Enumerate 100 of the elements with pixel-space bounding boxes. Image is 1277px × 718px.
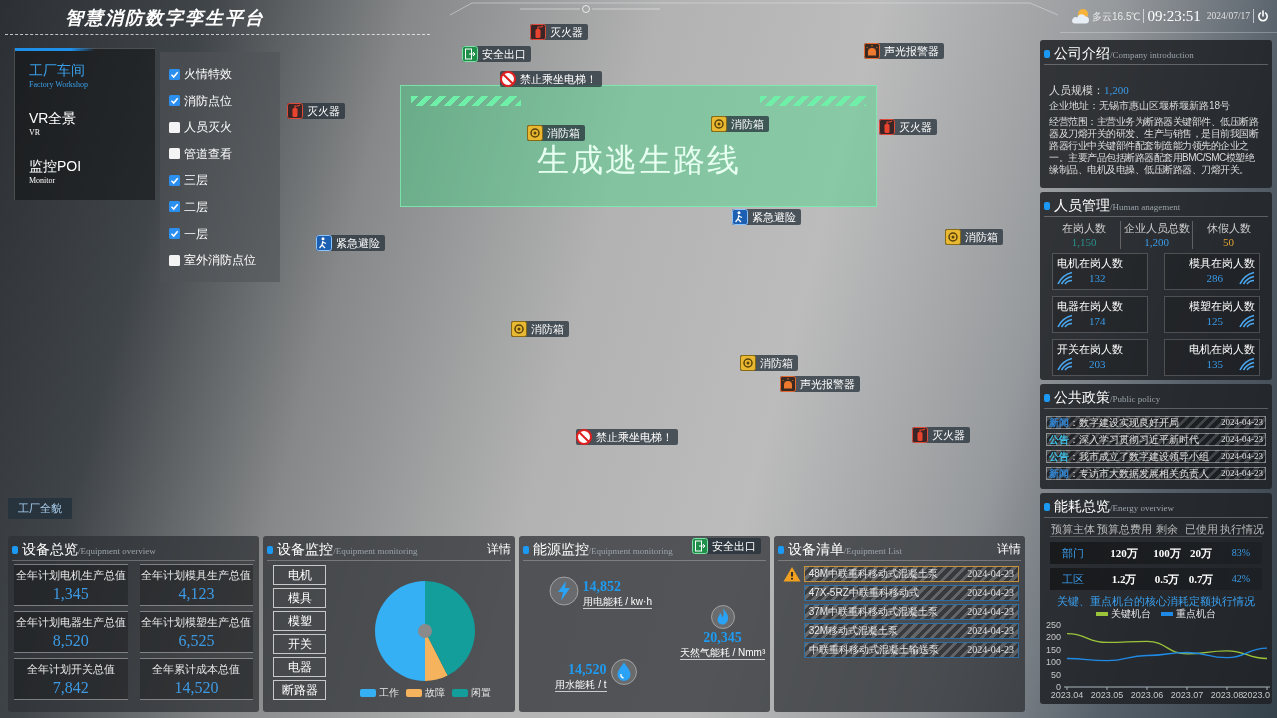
table-cell-text: 42% bbox=[1230, 572, 1252, 586]
date-text: 2024/07/17 bbox=[1206, 9, 1251, 23]
title-marker-icon bbox=[522, 545, 529, 554]
poi-marker[interactable]: 灭火器 bbox=[530, 24, 588, 40]
poi-marker[interactable]: 安全出口 bbox=[692, 538, 761, 554]
row-date: 2024-04-23 bbox=[967, 568, 1014, 580]
details-link[interactable]: 详情 bbox=[486, 542, 511, 557]
info-line: 企业地址：无锡市惠山区堰桥堰新路18号 bbox=[1049, 99, 1232, 113]
y-tick-label: 50 bbox=[1051, 669, 1061, 680]
table-cell-text: 部门 bbox=[1061, 546, 1085, 560]
table-cell-text: 工区 bbox=[1061, 572, 1085, 586]
poi-marker[interactable]: 紧急避险 bbox=[316, 235, 385, 251]
nav-item[interactable]: VR全景 VR bbox=[29, 110, 77, 138]
equipment-name: 37M中联重科移动式混凝土泵 bbox=[808, 606, 939, 618]
poi-marker[interactable]: 消防箱 bbox=[711, 116, 769, 132]
x-tick-label: 2023.07 bbox=[1170, 690, 1204, 700]
checkbox-label[interactable]: 消防点位 bbox=[184, 92, 232, 109]
poi-marker[interactable]: 禁止乘坐电梯！ bbox=[500, 71, 602, 87]
poi-marker[interactable]: 声光报警器 bbox=[864, 43, 944, 59]
checkbox[interactable] bbox=[169, 174, 180, 186]
checkbox[interactable] bbox=[169, 228, 180, 240]
y-tick-label: 0 bbox=[1056, 682, 1061, 692]
wave-icon bbox=[1057, 271, 1073, 285]
meter-label: 用水能耗 / t bbox=[555, 679, 607, 692]
checkbox-label[interactable]: 室外消防点位 bbox=[184, 252, 256, 269]
panel-title: 设备监控 bbox=[277, 542, 334, 557]
table-header-cell: 执行情况 bbox=[1220, 521, 1262, 536]
title-marker-icon bbox=[1044, 502, 1050, 511]
checkbox-label[interactable]: 火情特效 bbox=[184, 66, 232, 82]
poi-marker[interactable]: 消防箱 bbox=[945, 229, 1003, 245]
category-button[interactable]: 模具 bbox=[273, 588, 327, 608]
poi-marker[interactable]: 灭火器 bbox=[912, 427, 970, 443]
equipment-name: 47X-5RZ中联重科移动式 bbox=[808, 587, 919, 599]
stat-value: 8,520 bbox=[52, 631, 89, 650]
total-value: 1,200 bbox=[1144, 235, 1169, 249]
checkbox[interactable] bbox=[169, 201, 180, 213]
poi-marker[interactable]: 消防箱 bbox=[527, 125, 585, 141]
poi-marker[interactable]: 灭火器 bbox=[879, 119, 937, 135]
row-date: 2024-04-23 bbox=[967, 587, 1014, 599]
legend-label: 闲置 bbox=[470, 687, 491, 699]
panel-subtitle: /Equipment monitoring bbox=[333, 546, 418, 557]
checkbox[interactable] bbox=[169, 148, 180, 160]
category-button[interactable]: 模塑 bbox=[273, 611, 327, 631]
poi-marker[interactable]: 安全出口 bbox=[462, 46, 531, 62]
category-button[interactable]: 电器 bbox=[273, 657, 327, 677]
y-tick-label: 100 bbox=[1045, 657, 1061, 668]
checkbox-label[interactable]: 管道查看 bbox=[184, 145, 232, 162]
checkbox-label[interactable]: 一层 bbox=[184, 225, 208, 242]
checkbox-label[interactable]: 三层 bbox=[184, 172, 208, 189]
water-drop-icon bbox=[610, 659, 637, 685]
stat-value: 14,520 bbox=[174, 678, 219, 697]
policy-title[interactable]: ：深入学习贯彻习近平新时代 bbox=[1069, 434, 1199, 445]
policy-date: 2024-04-23 bbox=[1221, 434, 1263, 445]
policy-title[interactable]: ：我市成立了数字建设领导小组 bbox=[1069, 451, 1209, 462]
panel-title: 能耗总览 bbox=[1054, 499, 1110, 514]
nav-item[interactable]: 工厂车间 Factory Workshop bbox=[29, 62, 88, 90]
card-value: 174 bbox=[1089, 314, 1106, 328]
poi-marker[interactable]: 消防箱 bbox=[740, 355, 798, 371]
panel-subtitle: /Energy overview bbox=[1110, 503, 1175, 514]
poi-marker[interactable]: 灭火器 bbox=[287, 103, 345, 119]
policy-title[interactable]: ：数字建设实现良好开局 bbox=[1069, 417, 1179, 428]
policy-tag[interactable]: 公告 bbox=[1049, 434, 1069, 445]
overview-button[interactable]: 工厂全貌 bbox=[8, 498, 72, 519]
exit-door-icon bbox=[692, 538, 708, 554]
policy-date: 2024-04-23 bbox=[1221, 451, 1263, 462]
poi-marker[interactable]: 禁止乘坐电梯！ bbox=[576, 429, 678, 445]
legend-label: 重点机台 bbox=[1176, 608, 1216, 620]
policy-title[interactable]: ：专访市大数据发展相关负责人 bbox=[1069, 468, 1209, 479]
table-cell-text: 1.2万 bbox=[1110, 572, 1138, 586]
panel-subtitle: /Equipment monitoring bbox=[588, 546, 673, 557]
title-marker-icon bbox=[1044, 393, 1050, 402]
checkbox[interactable] bbox=[169, 254, 180, 266]
poi-marker[interactable]: 消防箱 bbox=[511, 321, 569, 337]
nav-item[interactable]: 监控POI Monitor bbox=[29, 158, 82, 186]
policy-tag[interactable]: 公告 bbox=[1049, 451, 1069, 462]
details-link[interactable]: 详情 bbox=[997, 542, 1021, 557]
table-header-cell-text: 剩余 bbox=[1155, 521, 1179, 536]
title-marker-icon bbox=[12, 545, 18, 554]
checkbox-label[interactable]: 人员灭火 bbox=[184, 119, 232, 136]
checkbox-label[interactable]: 二层 bbox=[184, 198, 208, 215]
stat-value: 7,842 bbox=[52, 678, 89, 697]
warning-icon bbox=[782, 566, 801, 582]
checkbox[interactable] bbox=[169, 121, 180, 133]
info-line: 人员规模：1,200 bbox=[1049, 83, 1130, 98]
total-value: 1,150 bbox=[1071, 235, 1097, 249]
checkbox[interactable] bbox=[169, 68, 180, 80]
poi-marker[interactable]: 声光报警器 bbox=[780, 376, 860, 392]
category-button[interactable]: 电机 bbox=[273, 565, 327, 585]
checkbox[interactable] bbox=[169, 95, 180, 107]
table-header-cell: 预算主体 bbox=[1050, 521, 1096, 536]
card-label: 开关在岗人数 bbox=[1057, 342, 1124, 357]
policy-date: 2024-04-23 bbox=[1221, 417, 1263, 428]
stat-label: 全年计划模具生产总值 bbox=[141, 567, 252, 582]
prohibition-icon bbox=[576, 429, 592, 445]
category-button[interactable]: 断路器 bbox=[273, 680, 327, 700]
card-label: 电机在岗人数 bbox=[1188, 342, 1255, 357]
panel-subtitle: /Company introduction bbox=[1110, 50, 1194, 61]
poi-marker[interactable]: 紧急避险 bbox=[732, 209, 801, 225]
hose-reel-icon bbox=[945, 229, 961, 245]
category-button[interactable]: 开关 bbox=[273, 634, 327, 654]
